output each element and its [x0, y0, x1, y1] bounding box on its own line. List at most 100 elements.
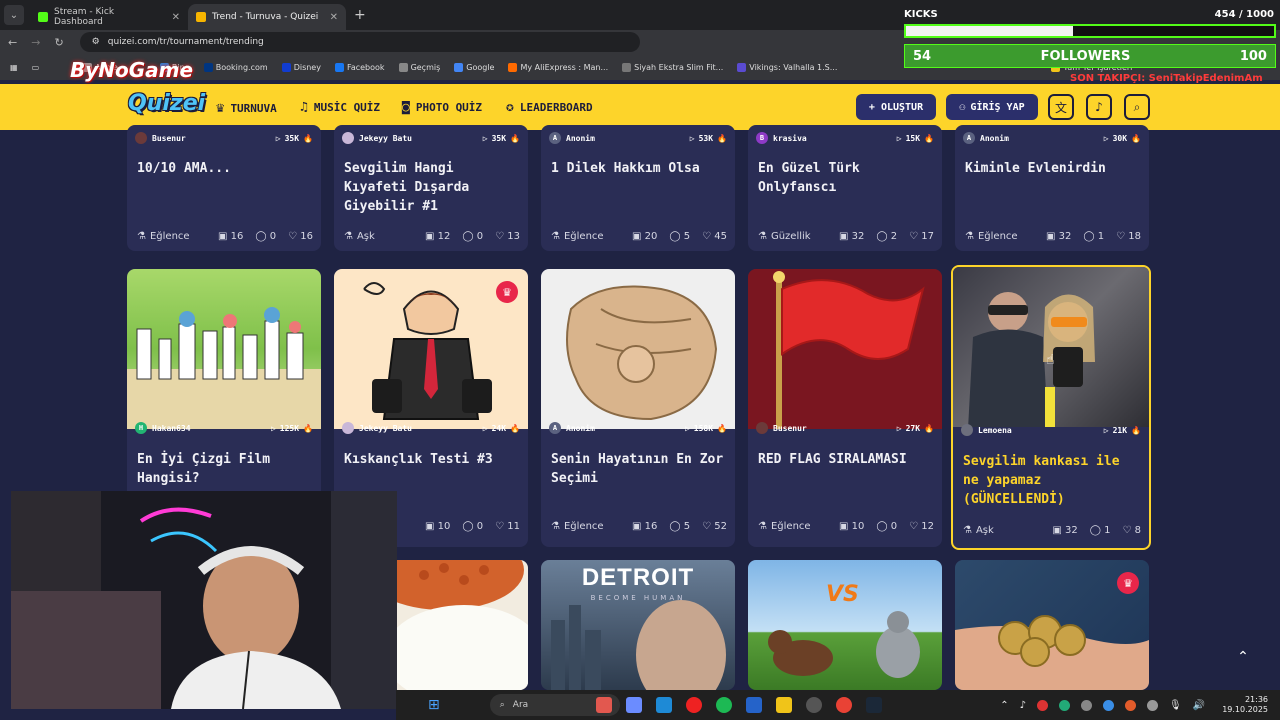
- bookmark-aliexpress[interactable]: My AliExpress : Man...: [508, 62, 608, 72]
- trophy-icon: ♛: [216, 100, 225, 116]
- clock[interactable]: 21:36 19.10.2025: [1222, 695, 1268, 715]
- apps-grid-icon[interactable]: ▦: [10, 63, 18, 72]
- quiz-card[interactable]: Bkrasiva ▷ 15K 🔥 En Güzel Türk Onlyfanscı …: [748, 125, 942, 251]
- search-icon[interactable]: ⌕: [1124, 94, 1150, 120]
- card-category: Aşk: [975, 525, 994, 536]
- card-footer: ⚗ Eğlence ▣ 16 ◯ 5 ♡ 52: [551, 521, 727, 532]
- quiz-card[interactable]: A Anonim ▷ 158K 🔥 Senin Hayatının En Zor Se…: [541, 269, 735, 547]
- nav-leaderboard[interactable]: ✪ LEADERBOARD: [506, 100, 593, 115]
- tray-app-icon[interactable]: [1103, 699, 1115, 711]
- card-category: Eğlence: [149, 231, 190, 242]
- tray-app-icon[interactable]: [1147, 699, 1159, 711]
- category-icon: ⚗: [758, 231, 767, 242]
- disney-icon: [281, 62, 291, 72]
- category-icon: ⚗: [758, 521, 767, 532]
- url-field[interactable]: ⚙ quizei.com/tr/tournament/trending: [79, 32, 640, 52]
- quizei-logo[interactable]: Quizei: [128, 91, 205, 116]
- bell-icon[interactable]: ♪: [1086, 94, 1112, 120]
- create-button[interactable]: + OLUŞTUR: [856, 94, 936, 120]
- questions-icon: ▣: [838, 521, 849, 532]
- card-meta: Jekeyy Batu ▷ 35K 🔥: [334, 128, 528, 148]
- chevron-up-icon[interactable]: ⌃: [1000, 700, 1008, 711]
- card-meta: Busenur ▷ 27K 🔥: [748, 418, 942, 438]
- nav-photo-quiz[interactable]: ◙ PHOTO QUİZ: [402, 100, 482, 115]
- quiz-card[interactable]: DETROIT BECOME HUMAN: [541, 560, 735, 690]
- folder-icon[interactable]: ▭: [32, 63, 40, 72]
- translate-icon[interactable]: 文: [1048, 94, 1074, 120]
- kick-goal-overlay: KICKS 454 / 1000 54 FOLLOWERS 100: [902, 6, 1278, 68]
- card-footer: ⚗ Eğlence ▣ 20 ◯ 5 ♡ 45: [551, 231, 727, 242]
- quiz-card[interactable]: Busenur ▷ 27K 🔥 RED FLAG SIRALAMASI ⚗ Eğlen…: [748, 269, 942, 547]
- tab-kick-dashboard[interactable]: Stream - Kick Dashboard ✕: [30, 4, 188, 30]
- tab-search-dropdown-icon[interactable]: ⌄: [4, 5, 24, 25]
- copilot-icon[interactable]: [625, 697, 642, 713]
- chrome-icon[interactable]: [835, 697, 852, 713]
- cartoon-group-image: [127, 307, 321, 429]
- bookmark-history[interactable]: Geçmiş: [398, 62, 440, 72]
- login-button[interactable]: ⚇ GİRİŞ YAP: [946, 94, 1038, 120]
- tray-app-icon[interactable]: [1081, 699, 1093, 711]
- scroll-top-button[interactable]: ⌃: [1232, 646, 1254, 668]
- back-arrow-icon[interactable]: ←: [8, 36, 17, 49]
- card-meta: H Hakan634 ▷ 125K 🔥: [127, 418, 321, 438]
- windows-start-icon[interactable]: ⊞: [428, 697, 440, 713]
- card-footer: ⚗ Eğlence ▣ 16 ◯ 0 ♡ 16: [137, 231, 313, 242]
- file-explorer-icon[interactable]: [775, 697, 792, 713]
- heart-icon: ♡: [702, 231, 712, 242]
- youtube-icon[interactable]: [685, 697, 702, 713]
- tab-title: Trend - Turnuva - Quizei: [212, 12, 319, 22]
- reload-icon[interactable]: ↻: [54, 36, 63, 49]
- tab-quizei-trend[interactable]: Trend - Turnuva - Quizei ✕: [188, 4, 346, 30]
- volume-icon[interactable]: 🔊: [1193, 700, 1205, 711]
- new-tab-icon[interactable]: +: [354, 7, 366, 23]
- bookmark-slim-fit[interactable]: Siyah Ekstra Slim Fit...: [622, 62, 723, 72]
- mic-icon[interactable]: 🎙: [1169, 700, 1182, 711]
- card-thumbnail: [541, 269, 735, 429]
- bookmark-disney[interactable]: Disney: [281, 62, 321, 72]
- quiz-card[interactable]: A Anonim ▷ 53K 🔥 1 Dilek Hakkım Olsa ⚗ Eğlen…: [541, 125, 735, 251]
- streamer-webcam-image: [11, 491, 397, 709]
- play-icon: ▷: [684, 423, 690, 433]
- avatar: [135, 132, 147, 144]
- forward-arrow-icon[interactable]: →: [31, 36, 40, 49]
- quiz-card[interactable]: VS: [748, 560, 942, 690]
- bookmark-google[interactable]: Google: [454, 62, 494, 72]
- card-footer: ⚗ Güzellik ▣ 32 ◯ 2 ♡ 17: [758, 231, 934, 242]
- tab-close-icon[interactable]: ✕: [172, 12, 180, 23]
- avatar: A: [549, 132, 561, 144]
- tray-app-icon[interactable]: [1059, 699, 1071, 711]
- channel-logo: ByNoGame: [70, 58, 194, 82]
- card-category: Eğlence: [563, 231, 604, 242]
- nav-tournament[interactable]: ♛ TURNUVA: [216, 100, 277, 135]
- tab-close-icon[interactable]: ✕: [330, 12, 338, 23]
- card-footer: ⚗ Aşk ▣ 32 ◯ 1 ♡ 8: [963, 525, 1141, 536]
- card-footer: ⚗ Aşk ▣ 12 ◯ 0 ♡ 13: [344, 231, 520, 242]
- quiz-card-hovered[interactable]: Lemoena ▷ 21K 🔥 Sevgilim kankası ile ne ya…: [951, 265, 1151, 550]
- bookmark-booking[interactable]: Booking.com: [203, 62, 268, 72]
- comment-icon: ◯: [255, 231, 267, 242]
- bookmark-vikings[interactable]: Vikings: Valhalla 1.S...: [737, 62, 837, 72]
- obs-icon[interactable]: [805, 697, 822, 713]
- quiz-card[interactable]: ♛: [955, 560, 1149, 690]
- tray-app-icon[interactable]: [1037, 699, 1049, 711]
- premium-crown-icon: ♛: [1117, 572, 1139, 594]
- site-info-icon[interactable]: ⚙: [92, 37, 100, 47]
- comment-icon: ◯: [1089, 525, 1101, 536]
- nav-music-quiz[interactable]: ♫ MUSİC QUİZ: [300, 100, 380, 115]
- windows-taskbar: ⊞ ⌕ Ara ⌃ ♪ 🎙 🔊 21:36 19.10.2025: [396, 690, 1280, 720]
- comment-icon: ◯: [462, 521, 474, 532]
- task-view-icon[interactable]: [595, 697, 612, 713]
- tray-app-icon[interactable]: [1125, 699, 1137, 711]
- steam-icon[interactable]: [865, 697, 882, 713]
- quiz-card[interactable]: Busenur ▷ 35K 🔥 10/10 AMA... ⚗ Eğlence ▣ 16…: [127, 125, 321, 251]
- edge-icon[interactable]: [655, 697, 672, 713]
- store-icon[interactable]: [745, 697, 762, 713]
- spotify-icon[interactable]: [715, 697, 732, 713]
- quiz-card[interactable]: A Anonim ▷ 30K 🔥 Kiminle Evlenirdin ⚗ Eğlenc…: [955, 125, 1149, 251]
- quiz-card[interactable]: Jekeyy Batu ▷ 35K 🔥 Sevgilim Hangi Kıyafet…: [334, 125, 528, 251]
- audio-icon[interactable]: ♪: [1020, 700, 1026, 711]
- questions-icon: ▣: [1045, 231, 1056, 242]
- bookmark-facebook[interactable]: Facebook: [334, 62, 385, 72]
- heart-icon: ♡: [1122, 525, 1132, 536]
- card-title: En İyi Çizgi Film Hangisi?: [137, 452, 271, 486]
